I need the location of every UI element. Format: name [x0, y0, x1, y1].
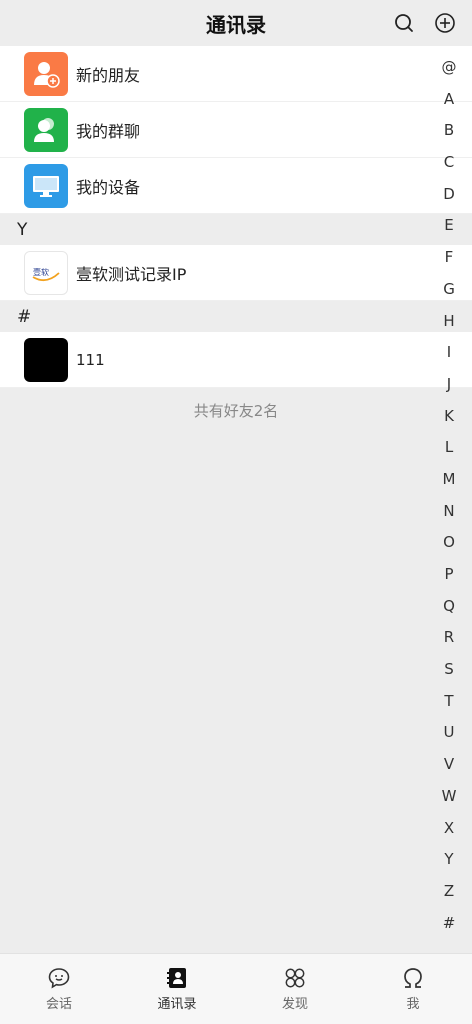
index-letter[interactable]: N [430, 496, 468, 528]
index-letter[interactable]: J [430, 369, 468, 401]
contact-list: 新的朋友 我的群聊 我的设备 Y 壹软 壹软测试记录IP # 111 共有好友2… [0, 46, 472, 421]
friend-count: 共有好友2名 [193, 402, 279, 420]
page-title: 通讯录 [206, 12, 266, 37]
index-letter[interactable]: S [430, 654, 468, 686]
discover-clover-icon [285, 968, 305, 988]
index-letter[interactable]: O [430, 527, 468, 559]
index-letter[interactable]: D [430, 179, 468, 211]
tab-label: 会话 [45, 997, 72, 1012]
index-letter[interactable]: K [430, 401, 468, 433]
index-letter[interactable]: F [430, 242, 468, 274]
add-circle-icon[interactable] [434, 12, 456, 34]
index-letter[interactable]: Z [430, 876, 468, 908]
index-letter[interactable]: L [430, 432, 468, 464]
index-letter[interactable]: P [430, 559, 468, 591]
index-letter[interactable]: G [430, 274, 468, 306]
avatar: 壹软 [24, 250, 68, 295]
tab-discover[interactable]: 发现 [236, 954, 354, 1024]
contact-name: 111 [76, 350, 105, 369]
search-icon[interactable] [393, 12, 415, 34]
add-friend-icon [24, 51, 68, 96]
alphabet-index[interactable]: @ A B C D E F G H I J K L M N O P Q R S T U V W X Y Z # [430, 52, 468, 939]
section-header-y: Y [0, 214, 472, 245]
me-omega-icon [404, 968, 422, 988]
list-item-label: 我的设备 [76, 177, 141, 197]
tab-me[interactable]: 我 [354, 954, 472, 1024]
bottom-tab-bar: 会话 通讯录 发现 我 [0, 953, 472, 1024]
index-letter[interactable]: C [430, 147, 468, 179]
tab-chats[interactable]: 会话 [0, 954, 118, 1024]
index-letter[interactable]: # [430, 908, 468, 940]
tab-label: 通讯录 [157, 997, 197, 1012]
index-letter[interactable]: H [430, 306, 468, 338]
svg-text:壹软: 壹软 [33, 267, 49, 277]
tab-label: 发现 [281, 997, 308, 1012]
index-letter[interactable]: U [430, 717, 468, 749]
index-letter[interactable]: Q [430, 591, 468, 623]
group-chats-item[interactable]: 我的群聊 [0, 102, 472, 158]
contact-row[interactable]: 111 [0, 332, 472, 388]
list-item-label: 新的朋友 [76, 65, 141, 85]
index-letter[interactable]: A [430, 84, 468, 116]
contact-name: 壹软测试记录IP [76, 264, 187, 284]
app-header: 通讯录 [0, 0, 472, 46]
index-letter[interactable]: X [430, 813, 468, 845]
yiruan-logo-icon: 壹软 [32, 267, 60, 281]
my-devices-item[interactable]: 我的设备 [0, 158, 472, 214]
index-letter[interactable]: M [430, 464, 468, 496]
index-letter[interactable]: I [430, 337, 468, 369]
index-letter[interactable]: @ [430, 52, 468, 84]
index-letter[interactable]: E [430, 210, 468, 242]
index-letter[interactable]: Y [430, 844, 468, 876]
index-letter[interactable]: V [430, 749, 468, 781]
list-item-label: 我的群聊 [76, 121, 141, 141]
chat-bubble-icon [48, 968, 70, 989]
tab-contacts[interactable]: 通讯录 [118, 954, 236, 1024]
group-chat-icon [24, 107, 68, 152]
contact-row[interactable]: 壹软 壹软测试记录IP [0, 245, 472, 301]
avatar [24, 337, 68, 382]
index-letter[interactable]: W [430, 781, 468, 813]
new-friends-item[interactable]: 新的朋友 [0, 46, 472, 102]
index-letter[interactable]: R [430, 622, 468, 654]
index-letter[interactable]: B [430, 115, 468, 147]
section-header-hash: # [0, 301, 472, 332]
device-monitor-icon [24, 163, 68, 208]
index-letter[interactable]: T [430, 686, 468, 718]
tab-label: 我 [406, 997, 420, 1012]
contacts-book-icon [167, 968, 186, 988]
